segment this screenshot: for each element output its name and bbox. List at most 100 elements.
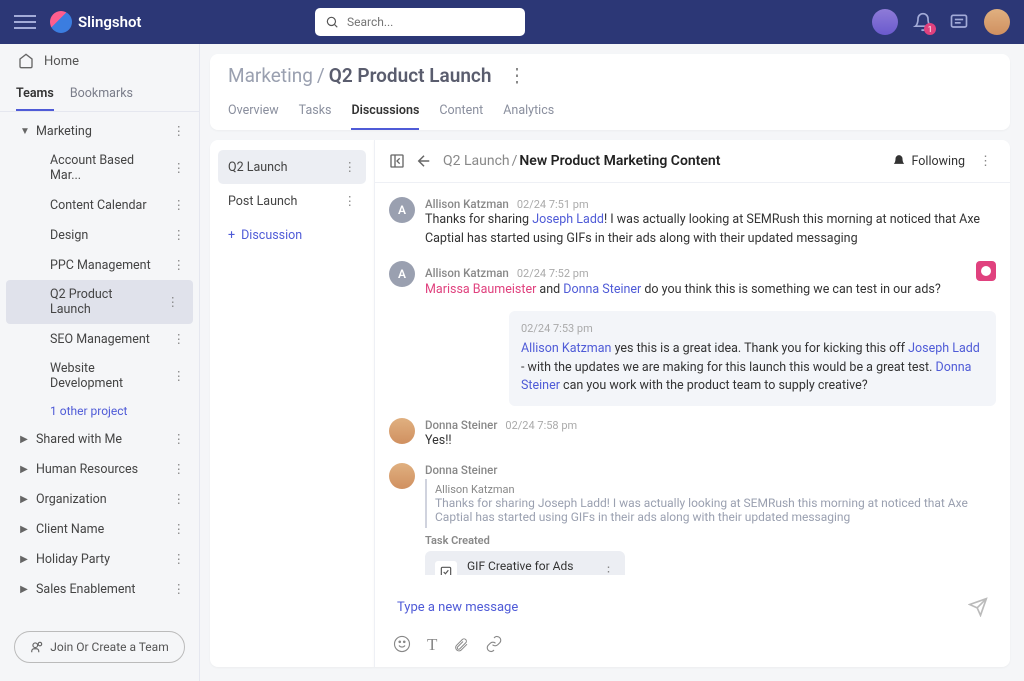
sidebar-item-shared-with-me[interactable]: ▶Shared with Me⋮ xyxy=(0,424,199,454)
discussion-item[interactable]: Q2 Launch⋮ xyxy=(218,150,366,184)
sidebar-item-content-calendar[interactable]: Content Calendar⋮ xyxy=(0,190,199,220)
sidebar-item-sales-enablement[interactable]: ▶Sales Enablement⋮ xyxy=(0,574,199,604)
back-icon[interactable] xyxy=(415,152,433,170)
user-mention[interactable]: Donna Steiner xyxy=(563,282,641,297)
message-time: 02/24 7:58 pm xyxy=(505,419,577,432)
more-icon[interactable]: ⋮ xyxy=(169,257,190,273)
more-icon[interactable]: ⋮ xyxy=(169,581,190,597)
notification-icon[interactable]: 1 xyxy=(912,11,934,33)
more-icon[interactable]: ⋮ xyxy=(169,551,190,567)
sidebar-item-seo-management[interactable]: SEO Management⋮ xyxy=(0,324,199,354)
message-author[interactable]: Donna Steiner xyxy=(425,463,497,477)
chat-icon[interactable] xyxy=(948,11,970,33)
sidebar-home-label: Home xyxy=(44,54,79,69)
user-mention[interactable]: Marissa Baumeister xyxy=(425,282,536,297)
chat-more-icon[interactable]: ⋮ xyxy=(975,154,996,169)
message-author[interactable]: Allison Katzman xyxy=(425,266,509,280)
sidebar-item-holiday-party[interactable]: ▶Holiday Party⋮ xyxy=(0,544,199,574)
tab-analytics[interactable]: Analytics xyxy=(503,95,554,130)
more-icon[interactable]: ⋮ xyxy=(602,565,615,575)
message-author[interactable]: Allison Katzman xyxy=(425,197,509,211)
link-icon[interactable] xyxy=(485,635,503,655)
more-icon[interactable]: ⋮ xyxy=(169,331,190,347)
other-projects-link[interactable]: 1 other project xyxy=(0,398,199,424)
more-icon[interactable]: ⋮ xyxy=(169,461,190,477)
sidebar-item-organization[interactable]: ▶Organization⋮ xyxy=(0,484,199,514)
user-mention[interactable]: Allison Katzman xyxy=(521,341,611,356)
message-input[interactable] xyxy=(397,600,968,615)
chat-breadcrumb-parent[interactable]: Q2 Launch xyxy=(443,153,510,169)
sidebar-home[interactable]: Home xyxy=(0,44,199,78)
app-avatar-icon[interactable] xyxy=(872,9,898,35)
sidebar-item-marketing[interactable]: ▼Marketing⋮ xyxy=(0,116,199,146)
follow-button[interactable]: Following xyxy=(892,154,965,169)
message-avatar[interactable] xyxy=(389,418,415,444)
more-icon[interactable]: ⋮ xyxy=(169,123,190,139)
message-composer[interactable] xyxy=(389,585,996,629)
tab-tasks[interactable]: Tasks xyxy=(299,95,332,130)
sidebar-item-design[interactable]: Design⋮ xyxy=(0,220,199,250)
sidebar-tab-bookmarks[interactable]: Bookmarks xyxy=(70,78,133,111)
bell-icon xyxy=(892,154,906,168)
more-icon[interactable]: ⋮ xyxy=(169,197,190,213)
more-icon[interactable]: ⋮ xyxy=(169,368,190,384)
discussion-item[interactable]: Post Launch⋮ xyxy=(218,184,366,218)
message-avatar[interactable]: A xyxy=(389,197,415,223)
chevron-icon: ▶ xyxy=(20,554,28,565)
quoted-message: Allison Katzman Thanks for sharing Josep… xyxy=(425,479,996,528)
more-icon[interactable]: ⋮ xyxy=(169,431,190,447)
task-card[interactable]: GIF Creative for Ads Marketing/Q2 Produc… xyxy=(425,551,625,575)
format-icon[interactable]: T xyxy=(427,635,437,655)
more-icon[interactable]: ⋮ xyxy=(169,521,190,537)
quoted-author: Allison Katzman xyxy=(435,483,988,496)
emoji-icon[interactable] xyxy=(393,635,411,655)
chevron-icon: ▼ xyxy=(20,126,28,137)
task-icon xyxy=(435,561,457,575)
add-discussion-button[interactable]: +Discussion xyxy=(218,218,366,253)
brand-name: Slingshot xyxy=(78,13,141,31)
sidebar-item-human-resources[interactable]: ▶Human Resources⋮ xyxy=(0,454,199,484)
more-icon[interactable]: ⋮ xyxy=(344,193,357,209)
chat-breadcrumb-current: New Product Marketing Content xyxy=(519,153,720,169)
chevron-icon: ▶ xyxy=(20,434,28,445)
join-team-button[interactable]: Join Or Create a Team xyxy=(14,631,185,663)
user-mention[interactable]: Joseph Ladd xyxy=(532,212,604,227)
sidebar-item-q2-product-launch[interactable]: Q2 Product Launch⋮ xyxy=(6,280,193,324)
brand-logo[interactable]: Slingshot xyxy=(50,11,141,33)
collapse-panel-icon[interactable] xyxy=(389,153,405,169)
message-time: 02/24 7:52 pm xyxy=(517,267,589,280)
send-icon[interactable] xyxy=(968,597,988,617)
search-bar[interactable] xyxy=(315,8,525,36)
message-author[interactable]: Donna Steiner xyxy=(425,418,497,432)
sidebar-tab-teams[interactable]: Teams xyxy=(16,78,54,111)
sidebar-item-account-based-mar-[interactable]: Account Based Mar...⋮ xyxy=(0,146,199,190)
message-avatar[interactable] xyxy=(389,463,415,489)
tab-content[interactable]: Content xyxy=(439,95,483,130)
chevron-icon: ▶ xyxy=(20,494,28,505)
home-icon xyxy=(18,53,34,69)
more-icon[interactable]: ⋮ xyxy=(163,294,184,310)
sidebar-item-client-name[interactable]: ▶Client Name⋮ xyxy=(0,514,199,544)
breadcrumb-parent[interactable]: Marketing xyxy=(228,64,313,87)
plus-icon: + xyxy=(228,228,235,243)
tab-overview[interactable]: Overview xyxy=(228,95,279,130)
tab-discussions[interactable]: Discussions xyxy=(351,95,419,130)
breadcrumb-more-icon[interactable]: ⋮ xyxy=(507,64,526,87)
attachment-icon[interactable] xyxy=(453,635,469,655)
message-avatar[interactable]: A xyxy=(389,261,415,287)
user-mention[interactable]: Donna Steiner xyxy=(521,360,971,394)
sidebar-item-website-development[interactable]: Website Development⋮ xyxy=(0,354,199,398)
user-mention[interactable]: Joseph Ladd xyxy=(908,341,980,356)
search-input[interactable] xyxy=(347,15,515,29)
reply-message: 02/24 7:53 pmAllison Katzman yes this is… xyxy=(509,311,996,406)
task-title: GIF Creative for Ads xyxy=(467,559,587,573)
more-icon[interactable]: ⋮ xyxy=(169,227,190,243)
user-avatar[interactable] xyxy=(984,9,1010,35)
more-icon[interactable]: ⋮ xyxy=(169,491,190,507)
more-icon[interactable]: ⋮ xyxy=(169,160,190,176)
message-badge-icon[interactable] xyxy=(976,261,996,281)
more-icon[interactable]: ⋮ xyxy=(344,159,357,175)
sidebar-item-ppc-management[interactable]: PPC Management⋮ xyxy=(0,250,199,280)
hamburger-icon[interactable] xyxy=(14,11,36,33)
search-icon xyxy=(325,15,339,29)
